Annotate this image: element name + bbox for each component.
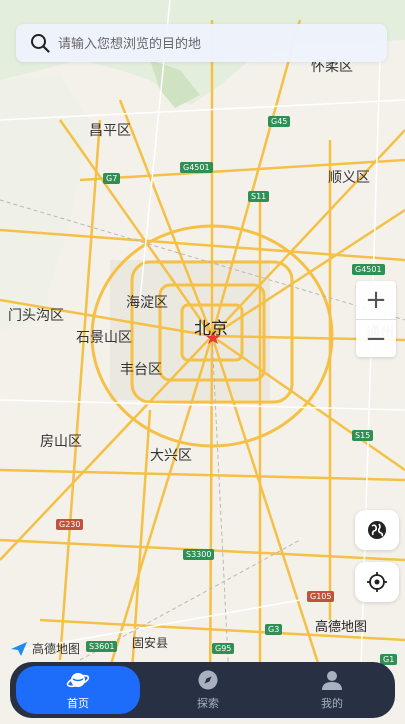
zoom-controls: + − (356, 281, 396, 357)
road-shield-s3601: S3601 (86, 641, 118, 652)
layers-button[interactable] (355, 510, 399, 550)
planet-icon (66, 673, 90, 688)
compass-icon (198, 670, 218, 690)
road-shield-g7: G7 (103, 173, 121, 184)
tab-explore[interactable]: 探索 (146, 662, 270, 718)
road-shield-s15: S15 (352, 430, 374, 441)
locate-button[interactable] (355, 562, 399, 602)
search-input[interactable] (56, 24, 380, 64)
county-label-guan: 固安县 (132, 636, 169, 650)
road-shield-s11: S11 (248, 191, 270, 202)
district-label-shunyi: 顺义区 (328, 170, 370, 186)
district-label-changping: 昌平区 (89, 123, 131, 139)
tab-home[interactable]: 首页 (16, 666, 140, 714)
amap-logo: 高德地图 (10, 640, 80, 657)
map-roads (0, 0, 405, 701)
road-shield-g230: G230 (56, 519, 84, 530)
district-label-haidian: 海淀区 (126, 295, 168, 311)
road-shield-g95: G95 (212, 643, 235, 654)
search-icon (31, 34, 50, 53)
zoom-out-button[interactable]: − (356, 319, 396, 358)
amap-logo-text: 高德地图 (32, 642, 81, 656)
city-label-beijing: 北京 (194, 319, 228, 339)
tab-home-label: 首页 (67, 697, 89, 710)
map-canvas[interactable]: 怀柔区 昌平区 顺义区 门头沟区 海淀区 北京 石景山区 通州 丰台区 房山区 … (0, 0, 405, 720)
road-shield-g45: G45 (268, 116, 291, 127)
road-shield-g4501-east: G4501 (352, 264, 385, 275)
user-icon (322, 671, 342, 690)
district-label-fangshan: 房山区 (40, 434, 82, 450)
globe-icon (368, 521, 386, 539)
district-label-mentougou: 门头沟区 (8, 308, 64, 324)
zoom-in-button[interactable]: + (356, 281, 396, 319)
road-shield-g3: G3 (265, 624, 283, 635)
tab-explore-label: 探索 (197, 697, 219, 710)
map-brand-label: 高德地图 (315, 620, 368, 635)
district-label-fengtai: 丰台区 (120, 362, 162, 378)
paper-plane-icon (11, 641, 27, 656)
road-shield-g4501-north: G4501 (180, 162, 213, 173)
road-shield-g105: G105 (307, 591, 335, 602)
tab-profile[interactable]: 我的 (270, 662, 394, 718)
district-label-daxing: 大兴区 (150, 448, 192, 464)
search-bar[interactable] (16, 24, 387, 64)
tab-profile-label: 我的 (321, 697, 343, 710)
crosshair-icon (367, 572, 387, 592)
district-label-shijingshan: 石景山区 (76, 330, 132, 346)
road-shield-s3300: S3300 (183, 549, 215, 560)
bottom-tab-bar: 首页 探索 我的 (10, 662, 395, 718)
